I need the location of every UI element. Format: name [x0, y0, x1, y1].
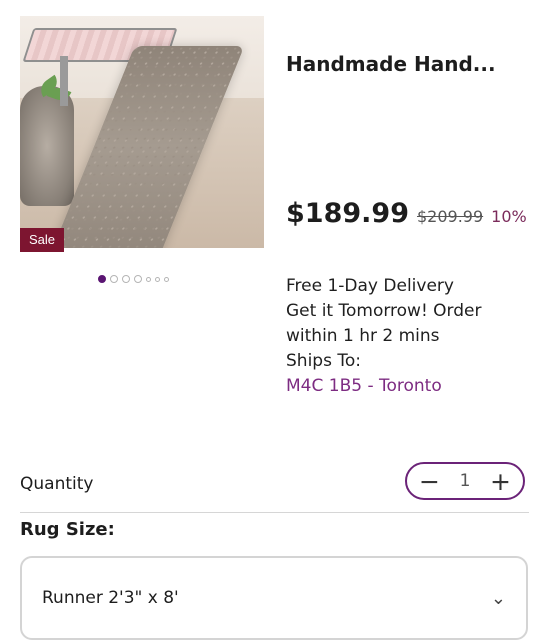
bench-leg — [60, 56, 68, 106]
section-divider — [20, 512, 529, 513]
rug-size-select[interactable]: Runner 2'3" x 8' ⌄ — [20, 556, 528, 640]
delivery-line: within 1 hr 2 mins — [286, 326, 440, 346]
carousel-dot[interactable] — [122, 275, 130, 283]
carousel-dot[interactable] — [164, 276, 169, 282]
postal-code-link[interactable]: M4C 1B5 - Toronto — [286, 374, 531, 399]
chevron-down-icon: ⌄ — [490, 587, 506, 609]
carousel-dot[interactable] — [98, 275, 106, 283]
delivery-info: Free 1-Day Delivery Get it Tomorrow! Ord… — [286, 274, 531, 399]
image-carousel-dots[interactable] — [98, 275, 169, 283]
delivery-line: Get it Tomorrow! Order — [286, 301, 482, 321]
carousel-dot[interactable] — [110, 275, 118, 283]
original-price: $209.99 — [416, 207, 484, 226]
discount-label: 10% — [491, 207, 527, 226]
sale-badge: Sale — [20, 228, 64, 252]
delivery-line: Ships To: — [286, 351, 361, 371]
quantity-stepper[interactable]: − 1 + — [405, 462, 525, 500]
quantity-label: Quantity — [20, 474, 94, 494]
minus-icon[interactable]: − — [419, 469, 440, 494]
carousel-dot[interactable] — [146, 276, 151, 282]
delivery-line: Free 1-Day Delivery — [286, 276, 454, 296]
product-image[interactable] — [20, 16, 264, 248]
rug-size-label: Rug Size: — [20, 519, 115, 540]
price-row: $189.99 $209.99 10% — [286, 198, 549, 229]
carousel-dot[interactable] — [134, 275, 142, 283]
quantity-value: 1 — [459, 471, 471, 491]
carousel-dot[interactable] — [155, 276, 160, 282]
current-price: $189.99 — [286, 198, 409, 229]
product-title: Handmade Hand... — [286, 52, 496, 76]
rug-size-value: Runner 2'3" x 8' — [42, 588, 179, 608]
plus-icon[interactable]: + — [490, 469, 511, 494]
